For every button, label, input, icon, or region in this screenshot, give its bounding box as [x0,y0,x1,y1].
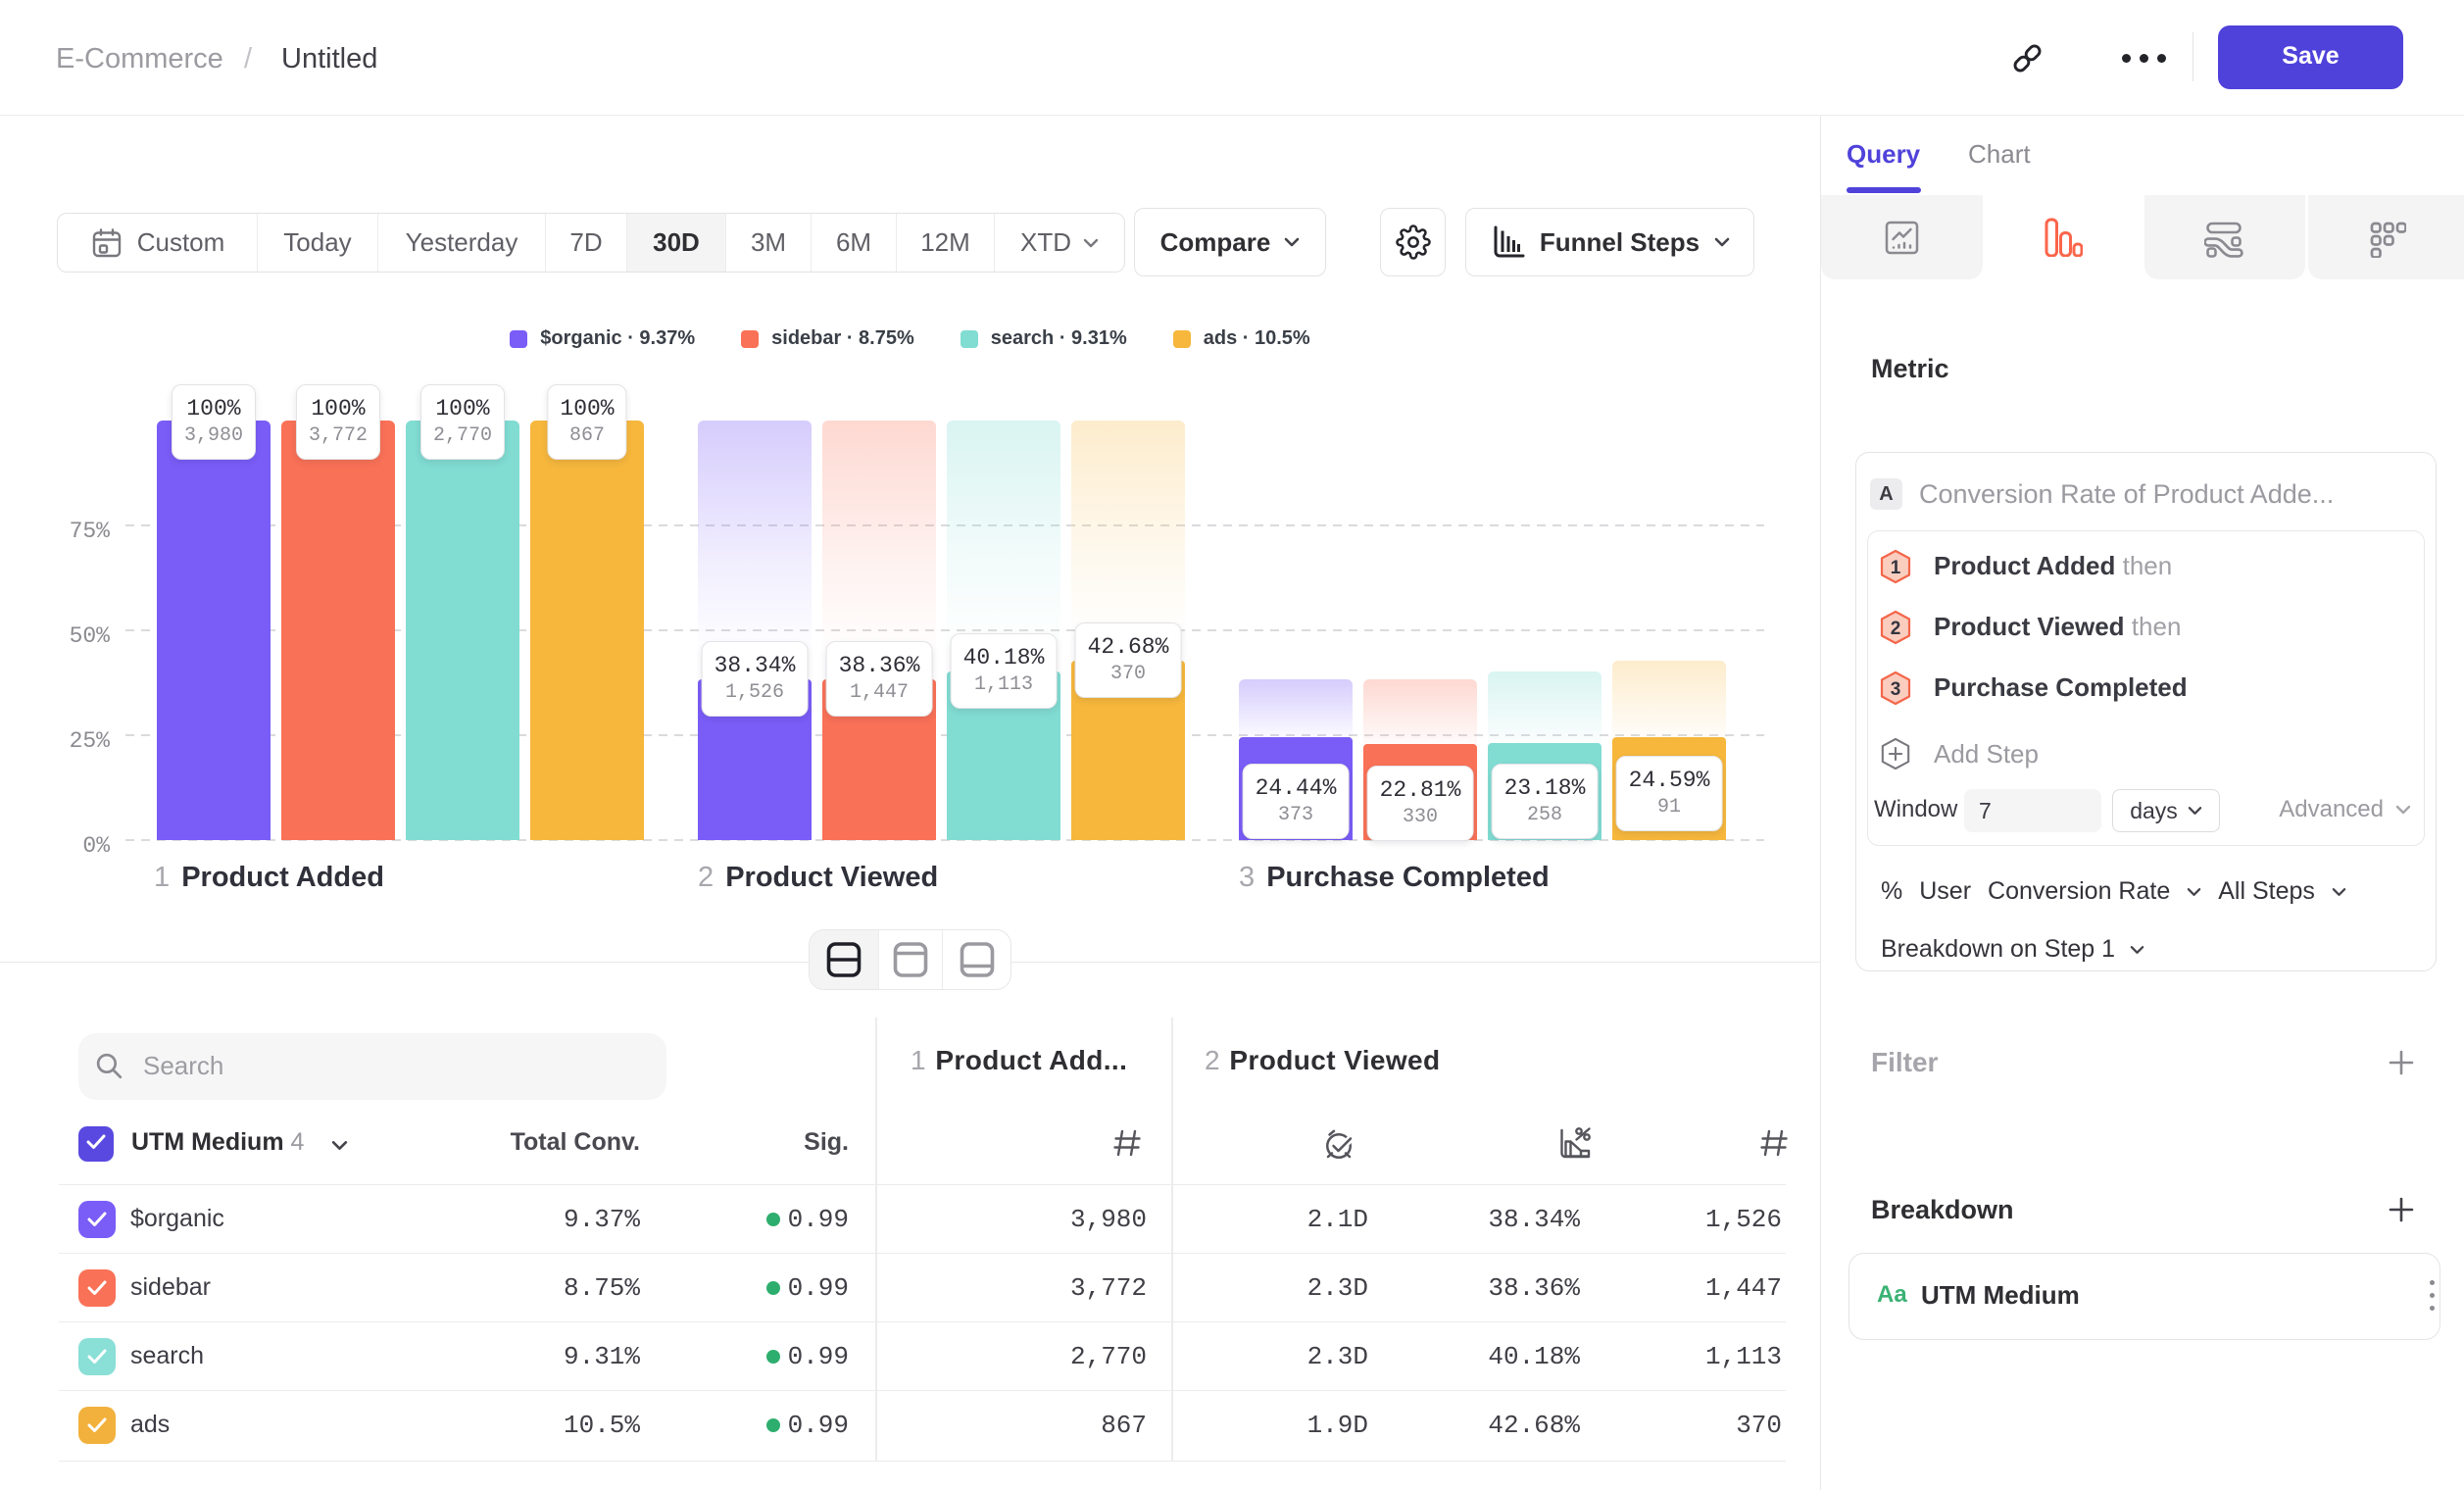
svg-text:2: 2 [1891,619,1901,639]
svg-text:3: 3 [1891,679,1901,700]
svg-text:1: 1 [1891,558,1901,578]
